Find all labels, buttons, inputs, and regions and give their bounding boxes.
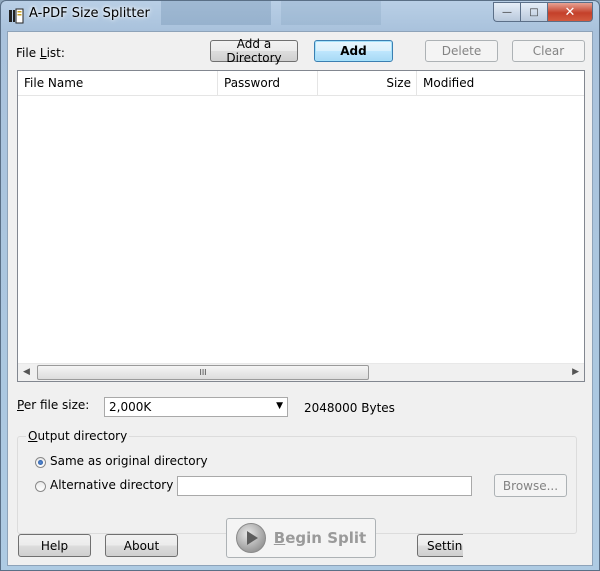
file-list-label: File List: [16, 46, 65, 60]
same-directory-radio[interactable] [35, 457, 46, 468]
scrollbar-thumb[interactable]: III [37, 365, 369, 380]
file-list-label-suffix: ist: [46, 46, 65, 60]
alternative-directory-radio[interactable] [35, 481, 46, 492]
begin-split-label-text: egin Split [285, 529, 367, 547]
scroll-left-icon[interactable]: ◀ [23, 367, 30, 377]
client-area: File List: Add a Directory Add Delete Cl… [7, 31, 593, 566]
window-controls: — □ ✕ [493, 2, 593, 22]
per-file-size-label: Per file size: [17, 398, 89, 412]
output-directory-legend-text: utput directory [37, 429, 128, 443]
column-header-modified[interactable]: Modified [417, 71, 584, 95]
column-header-size[interactable]: Size [318, 71, 417, 95]
window-title: A-PDF Size Splitter [29, 6, 150, 21]
scroll-right-icon[interactable]: ▶ [572, 367, 579, 377]
output-directory-legend: Output directory [26, 429, 130, 443]
play-icon [235, 523, 266, 553]
begin-split-button[interactable]: Begin Split [226, 518, 376, 558]
app-window: A-PDF Size Splitter — □ ✕ File List: Add… [0, 0, 600, 571]
horizontal-scrollbar[interactable]: ◀ III ▶ [18, 363, 584, 381]
title-bar-background [281, 1, 381, 25]
add-directory-button[interactable]: Add a Directory [210, 37, 298, 65]
minimize-button[interactable]: — [493, 2, 520, 22]
browse-button[interactable]: Browse... [494, 474, 567, 497]
app-icon [9, 8, 24, 24]
maximize-button[interactable]: □ [520, 2, 547, 22]
alternative-directory-label[interactable]: Alternative directory [50, 478, 173, 492]
file-list-header: File Name Password Size Modified [18, 71, 584, 96]
per-file-size-label-text: er file size: [23, 398, 90, 412]
alternative-directory-input[interactable] [177, 476, 472, 496]
add-button[interactable]: Add [314, 40, 393, 62]
same-directory-label[interactable]: Same as original directory [50, 454, 208, 468]
clear-button[interactable]: Clear [512, 40, 585, 62]
per-file-size-value: 2,000K [109, 400, 152, 414]
file-list-label-access-key: L [39, 46, 47, 60]
per-file-size-select[interactable]: 2,000K ▼ [104, 397, 288, 417]
title-bar[interactable]: A-PDF Size Splitter — □ ✕ [1, 1, 599, 29]
bytes-readout: 2048000 Bytes [304, 401, 395, 415]
close-button[interactable]: ✕ [547, 2, 593, 22]
help-button[interactable]: Help [18, 534, 91, 557]
file-list[interactable]: File Name Password Size Modified ◀ III ▶ [17, 70, 585, 382]
title-bar-background [161, 1, 271, 25]
begin-split-label: Begin Split [274, 529, 366, 547]
settings-button-clip: Setting [417, 534, 463, 557]
dropdown-arrow-icon[interactable]: ▼ [276, 401, 283, 411]
settings-button[interactable]: Setting [417, 534, 463, 557]
per-file-size-access-key: P [17, 398, 24, 412]
about-button[interactable]: About [105, 534, 178, 557]
file-list-label-prefix: File [16, 46, 40, 60]
column-header-file-name[interactable]: File Name [18, 71, 218, 95]
delete-button[interactable]: Delete [425, 40, 498, 62]
begin-split-access-key: B [273, 529, 286, 547]
column-header-password[interactable]: Password [218, 71, 318, 95]
